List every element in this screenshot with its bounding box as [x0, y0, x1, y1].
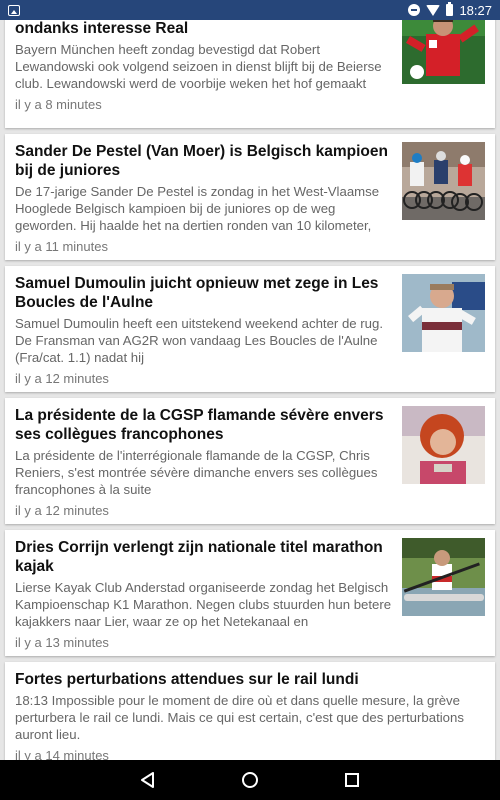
news-title: Sander De Pestel (Van Moer) is Belgisch …: [15, 143, 388, 179]
navigation-bar: [0, 760, 500, 800]
news-card[interactable]: La présidente de la CGSP flamande sévère…: [5, 398, 495, 524]
news-timestamp: il y a 8 minutes: [15, 97, 102, 112]
status-time: 18:27: [459, 2, 492, 18]
recents-icon: [345, 773, 359, 787]
home-icon: [242, 772, 258, 788]
news-card[interactable]: Dries Corrijn verlengt zijn nationale ti…: [5, 530, 495, 656]
news-timestamp: il y a 13 minutes: [15, 635, 109, 650]
do-not-disturb-icon: [408, 4, 421, 16]
news-title: Fortes perturbations attendues sur le ra…: [15, 671, 359, 688]
image-notification-icon: [8, 4, 20, 16]
news-card-text: Dries Corrijn verlengt zijn nationale ti…: [15, 538, 398, 650]
battery-icon: [446, 2, 454, 16]
home-button[interactable]: [240, 770, 260, 790]
back-button[interactable]: [138, 770, 158, 790]
news-summary: De 17-jarige Sander De Pestel is zondag …: [15, 184, 380, 233]
news-timestamp: il y a 11 minutes: [15, 239, 108, 254]
back-icon: [141, 772, 154, 788]
news-summary: 18:13 Impossible pour le moment de dire …: [15, 693, 464, 742]
news-timestamp: il y a 12 minutes: [15, 503, 109, 518]
news-card-text: La présidente de la CGSP flamande sévère…: [15, 406, 398, 518]
news-thumbnail: [402, 274, 485, 352]
news-summary: Samuel Dumoulin heeft een uitstekend wee…: [15, 316, 384, 365]
news-timestamp: il y a 12 minutes: [15, 371, 109, 386]
news-summary: La présidente de l'interrégionale flaman…: [15, 448, 378, 497]
status-bar: 18:27: [0, 0, 500, 20]
news-title: Dries Corrijn verlengt zijn nationale ti…: [15, 539, 383, 575]
news-summary: Lierse Kayak Club Anderstad organiseerde…: [15, 580, 392, 629]
wifi-icon: [426, 4, 441, 16]
news-summary: Bayern München heeft zondag bevestigd da…: [15, 42, 382, 91]
news-title: Samuel Dumoulin juicht opnieuw met zege …: [15, 275, 379, 311]
news-thumbnail: [402, 538, 485, 616]
status-bar-right: 18:27: [408, 2, 492, 18]
news-title: La présidente de la CGSP flamande sévère…: [15, 407, 384, 443]
news-card-text: Samuel Dumoulin juicht opnieuw met zege …: [15, 274, 398, 386]
news-card[interactable]: Fortes perturbations attendues sur le ra…: [5, 662, 495, 766]
news-card-text: Fortes perturbations attendues sur le ra…: [15, 670, 485, 763]
news-thumbnail: [402, 142, 485, 220]
news-card[interactable]: Sander De Pestel (Van Moer) is Belgisch …: [5, 134, 495, 260]
recents-button[interactable]: [342, 770, 362, 790]
news-thumbnail: [402, 406, 485, 484]
news-card-text: Sander De Pestel (Van Moer) is Belgisch …: [15, 142, 398, 254]
news-card[interactable]: Samuel Dumoulin juicht opnieuw met zege …: [5, 266, 495, 392]
